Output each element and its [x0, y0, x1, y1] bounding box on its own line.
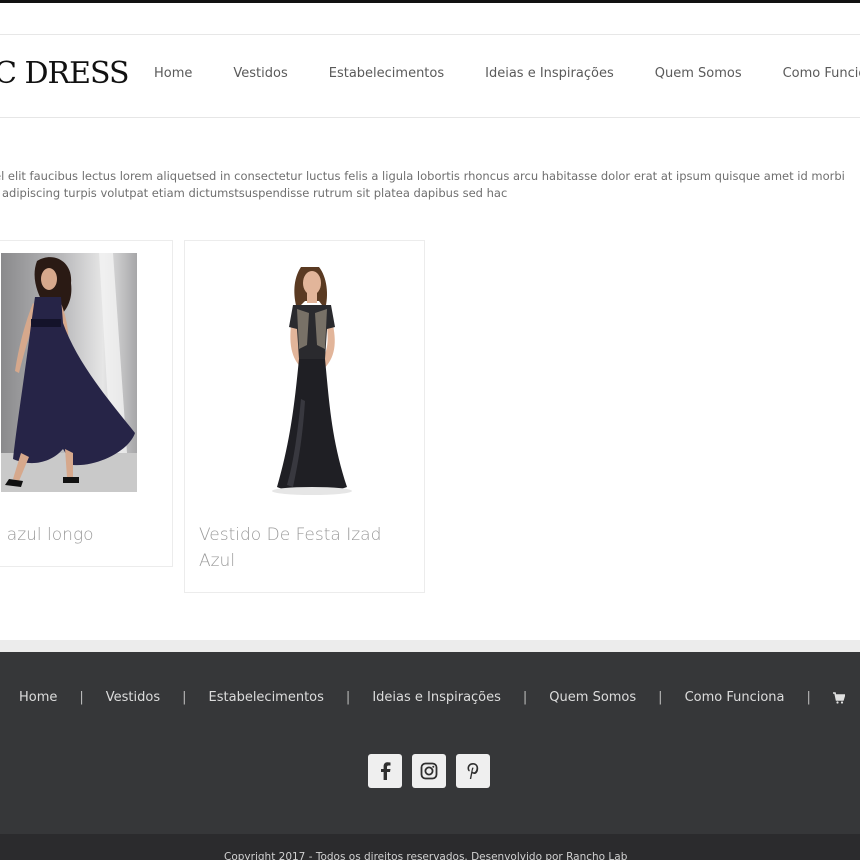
- intro-line-2: adipiscing turpis volutpat etiam dictums…: [2, 186, 508, 200]
- site-logo[interactable]: C DRESS: [0, 56, 130, 91]
- footer-nav-quem-somos[interactable]: Quem Somos: [549, 690, 636, 705]
- footer-nav-ideias[interactable]: Ideias e Inspirações: [372, 690, 501, 705]
- site-header: C DRESS Home Vestidos Estabelecimentos I…: [0, 36, 860, 118]
- footer-nav-estabelecimentos[interactable]: Estabelecimentos: [209, 690, 324, 705]
- pinterest-icon: [467, 763, 479, 779]
- footer-separator: |: [345, 690, 351, 705]
- nav-como-funciona[interactable]: Como Funciona: [783, 66, 860, 81]
- instagram-button[interactable]: [412, 754, 446, 788]
- product-image[interactable]: [197, 249, 413, 499]
- product-card[interactable]: o azul longo: [0, 240, 173, 567]
- copyright-text: Copyright 2017 - Todos os direitos reser…: [224, 851, 628, 860]
- product-title[interactable]: Vestido De Festa Izad Azul: [199, 522, 419, 574]
- site-footer: Home | Vestidos | Estabelecimentos | Ide…: [0, 652, 860, 834]
- pinterest-button[interactable]: [456, 754, 490, 788]
- footer-nav-como-funciona[interactable]: Como Funciona: [685, 690, 785, 705]
- intro-text: el elit faucibus lectus lorem aliquetsed…: [0, 168, 860, 202]
- product-card[interactable]: Vestido De Festa Izad Azul: [184, 240, 425, 593]
- main-nav: Home Vestidos Estabelecimentos Ideias e …: [154, 66, 860, 81]
- footer-nav-home[interactable]: Home: [19, 690, 57, 705]
- footer-nav-vestidos[interactable]: Vestidos: [106, 690, 160, 705]
- footer-separator: |: [182, 690, 187, 705]
- footer-separator: |: [658, 690, 663, 705]
- cart-icon[interactable]: [832, 691, 845, 704]
- top-bar: [0, 3, 860, 35]
- nav-quem-somos[interactable]: Quem Somos: [655, 66, 742, 81]
- footer-nav: Home | Vestidos | Estabelecimentos | Ide…: [19, 690, 845, 705]
- footer-divider: [0, 640, 860, 652]
- facebook-icon: [381, 762, 391, 780]
- nav-home[interactable]: Home: [154, 66, 192, 81]
- social-links: [368, 754, 500, 788]
- nav-ideias[interactable]: Ideias e Inspirações: [485, 66, 614, 81]
- nav-vestidos[interactable]: Vestidos: [233, 66, 287, 81]
- product-image[interactable]: [1, 253, 137, 492]
- nav-estabelecimentos[interactable]: Estabelecimentos: [329, 66, 444, 81]
- product-title[interactable]: o azul longo: [0, 522, 166, 548]
- facebook-button[interactable]: [368, 754, 402, 788]
- footer-separator: |: [806, 690, 811, 705]
- copyright-bar: Copyright 2017 - Todos os direitos reser…: [0, 834, 860, 860]
- instagram-icon: [420, 762, 438, 780]
- footer-separator: |: [79, 690, 84, 705]
- intro-line-1: el elit faucibus lectus lorem aliquetsed…: [0, 169, 845, 183]
- footer-separator: |: [522, 690, 528, 705]
